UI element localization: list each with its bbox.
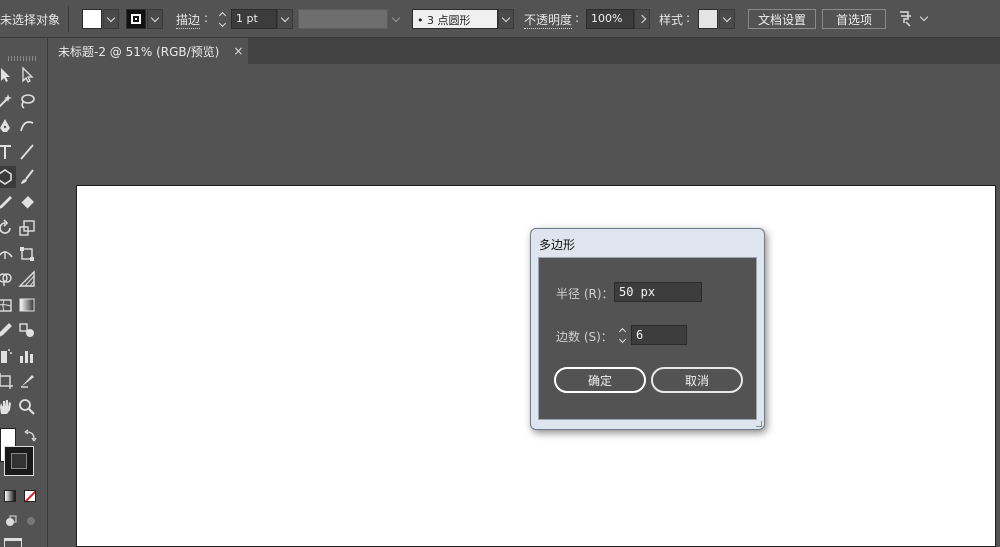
chevron-down-icon — [501, 13, 511, 22]
lasso-icon[interactable] — [16, 90, 38, 112]
tools-panel — [0, 38, 48, 547]
hand-tool-icon[interactable] — [0, 396, 16, 418]
blend-tool-icon[interactable] — [16, 319, 38, 341]
stroke-weight-dropdown[interactable] — [277, 9, 293, 29]
brush-definition[interactable]: • 3 点圆形 — [412, 9, 498, 29]
arrange-dropdown[interactable] — [918, 11, 930, 25]
pencil-icon[interactable] — [0, 192, 16, 214]
chevron-down-icon — [280, 13, 290, 22]
opacity-label[interactable]: 不透明度 — [524, 11, 573, 29]
swap-colors-icon[interactable] — [24, 428, 38, 442]
type-tool-icon[interactable] — [0, 141, 16, 163]
width-tool-icon[interactable] — [0, 243, 16, 265]
draw-normal-icon[interactable] — [4, 514, 18, 528]
stroke-square-icon — [131, 14, 141, 24]
selection-tool-icon[interactable] — [0, 64, 16, 86]
magic-wand-icon[interactable] — [0, 90, 16, 112]
control-bar: 未选择对象 描边 : 1 pt • 3 点圆形 不透明度 : 100% 样式 :… — [0, 0, 1000, 38]
document-tab-bar: 未标题-2 @ 51% (RGB/预览) × — [48, 38, 1000, 64]
style-dropdown[interactable] — [719, 9, 735, 29]
scale-tool-icon[interactable] — [16, 217, 38, 239]
chevron-down-icon — [722, 13, 732, 22]
arrange-documents-icon[interactable] — [898, 10, 914, 28]
graphic-style-swatch[interactable] — [698, 9, 718, 29]
sides-input[interactable]: 6 — [631, 325, 687, 345]
sides-stepper[interactable] — [616, 325, 628, 345]
opacity-colon: : — [575, 11, 580, 25]
curvature-tool-icon[interactable] — [16, 115, 38, 137]
chevron-down-icon — [106, 13, 116, 22]
none-mode-icon[interactable] — [24, 490, 36, 502]
panel-grip[interactable] — [8, 56, 38, 61]
divider — [68, 6, 69, 32]
eyedropper-icon[interactable] — [0, 319, 16, 341]
tab-title: 未标题-2 @ 51% (RGB/预览) — [58, 44, 220, 59]
polygon-dialog: 多边形 半径 (R)： 50 px 边数 (S)： 6 确定 取消 — [530, 228, 765, 430]
chevron-right-icon — [637, 14, 647, 24]
dialog-body: 半径 (R)： 50 px 边数 (S)： 6 确定 取消 — [538, 257, 757, 420]
style-label: 样式 — [659, 13, 684, 27]
radius-label: 半径 (R)： — [556, 287, 614, 301]
preferences-button[interactable]: 首选项 — [822, 9, 886, 29]
tab-document[interactable]: 未标题-2 @ 51% (RGB/预览) × — [48, 38, 248, 64]
polygon-tool-icon[interactable] — [0, 166, 16, 188]
slice-tool-icon[interactable] — [16, 370, 38, 392]
paintbrush-icon[interactable] — [16, 166, 38, 188]
screen-mode-icon[interactable] — [4, 538, 22, 547]
column-graph-icon[interactable] — [16, 345, 38, 367]
shape-builder-icon[interactable] — [0, 268, 16, 290]
brush-dropdown[interactable] — [498, 9, 514, 29]
artboard-tool-icon[interactable] — [0, 370, 16, 392]
variable-width-profile[interactable] — [298, 9, 388, 29]
symbol-sprayer-icon[interactable] — [0, 345, 16, 367]
dialog-title: 多边形 — [539, 238, 576, 252]
document-setup-button[interactable]: 文档设置 — [748, 9, 816, 29]
gradient-mode-icon[interactable] — [4, 490, 16, 502]
sides-label: 边数 (S)： — [556, 330, 613, 344]
style-colon: : — [686, 11, 691, 25]
chevron-down-icon — [150, 13, 160, 22]
free-transform-icon[interactable] — [16, 243, 38, 265]
cancel-button[interactable]: 取消 — [651, 367, 743, 393]
profile-dropdown[interactable] — [388, 9, 404, 29]
fill-swatch[interactable] — [82, 9, 102, 29]
stroke-dropdown[interactable] — [147, 9, 163, 29]
mesh-tool-icon[interactable] — [0, 294, 16, 316]
chevron-down-icon — [919, 12, 929, 21]
rotate-tool-icon[interactable] — [0, 217, 16, 239]
selection-status: 未选择对象 — [0, 13, 61, 27]
pen-tool-icon[interactable] — [0, 115, 16, 137]
close-icon[interactable]: × — [233, 44, 243, 58]
fill-dropdown[interactable] — [103, 9, 119, 29]
stroke-weight-input[interactable]: 1 pt — [231, 9, 277, 29]
eraser-icon[interactable] — [16, 192, 38, 214]
opacity-input[interactable]: 100% — [586, 9, 634, 29]
stroke-color-swatch[interactable] — [4, 446, 34, 476]
direct-selection-tool-icon[interactable] — [16, 64, 38, 86]
ok-button[interactable]: 确定 — [554, 367, 646, 393]
stroke-colon: : — [204, 11, 209, 25]
opacity-arrow[interactable] — [634, 9, 650, 29]
stroke-swatch[interactable] — [126, 9, 146, 29]
stroke-label[interactable]: 描边 — [176, 11, 201, 29]
draw-behind-icon[interactable] — [24, 514, 38, 528]
line-tool-icon[interactable] — [16, 141, 38, 163]
chevron-down-icon — [391, 13, 401, 22]
perspective-grid-icon[interactable] — [16, 268, 38, 290]
zoom-tool-icon[interactable] — [16, 396, 38, 418]
resize-grip[interactable] — [756, 421, 762, 427]
gradient-tool-icon[interactable] — [16, 294, 38, 316]
radius-input[interactable]: 50 px — [614, 282, 702, 302]
stroke-stepper[interactable] — [216, 9, 228, 29]
